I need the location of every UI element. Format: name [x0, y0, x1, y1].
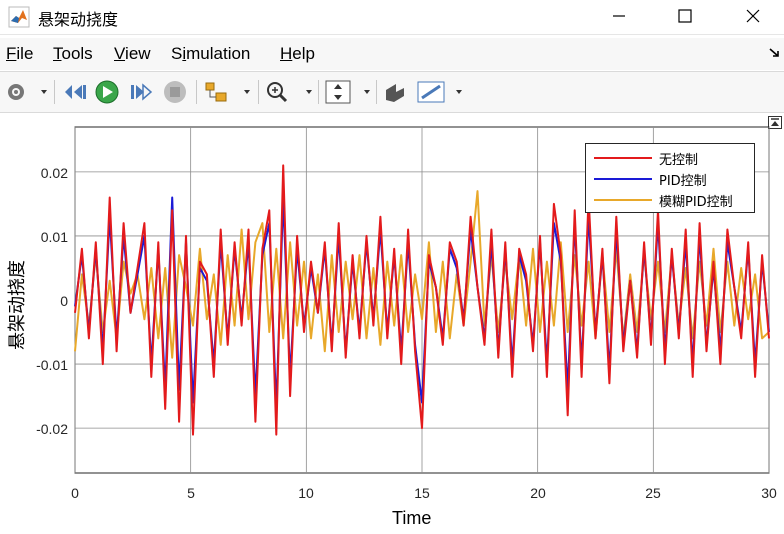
highlight-icon[interactable]: [382, 80, 410, 104]
maximize-button[interactable]: [662, 0, 708, 32]
legend-entry: PID控制: [590, 168, 750, 189]
legend-entry: 模糊PID控制: [590, 189, 750, 210]
legend-label: 无控制: [659, 153, 699, 168]
legend[interactable]: 无控制 PID控制 模糊PID控制: [585, 143, 755, 213]
legend-swatch: [594, 178, 652, 180]
menu-file[interactable]: File: [6, 44, 33, 64]
legend-entry: 无控制: [590, 147, 750, 168]
x-tick-label: 10: [298, 485, 314, 501]
toolbar: [0, 71, 784, 113]
menu-bar: File Tools View Simulation Help: [0, 38, 784, 70]
y-tick-label: -0.01: [36, 357, 68, 373]
settings-icon[interactable]: [4, 80, 48, 104]
close-button[interactable]: [730, 0, 776, 32]
autoscale-icon[interactable]: [324, 80, 372, 104]
undock-icon[interactable]: [768, 116, 782, 129]
legend-swatch: [594, 199, 652, 201]
toolbar-separator: [196, 80, 197, 104]
signal-tracing-icon[interactable]: [204, 80, 252, 104]
x-tick-label: 0: [71, 485, 79, 501]
legend-label: PID控制: [659, 174, 707, 189]
toolbar-separator: [376, 80, 377, 104]
menu-tools[interactable]: Tools: [53, 44, 93, 64]
y-axis-label: 悬架动挠度: [7, 260, 28, 350]
x-tick-label: 15: [414, 485, 430, 501]
step-back-icon[interactable]: [62, 80, 88, 104]
title-bar: 悬架动挠度: [0, 0, 784, 35]
menu-view[interactable]: View: [114, 44, 151, 64]
legend-swatch: [594, 157, 652, 159]
menu-simulation[interactable]: Simulation: [171, 44, 250, 64]
minimize-button[interactable]: [596, 0, 642, 32]
run-icon[interactable]: [94, 80, 120, 104]
toolbar-separator: [258, 80, 259, 104]
x-tick-label: 5: [187, 485, 195, 501]
x-tick-label: 25: [645, 485, 661, 501]
x-tick-label: 20: [530, 485, 546, 501]
y-tick-label: -0.02: [36, 421, 68, 437]
y-tick-label: 0.01: [40, 229, 68, 245]
x-tick-label: 30: [761, 485, 777, 501]
matlab-logo-icon: [8, 6, 30, 28]
y-tick-label: 0.02: [40, 165, 68, 181]
window-title: 悬架动挠度: [38, 10, 119, 29]
dock-arrow-icon[interactable]: [768, 46, 782, 60]
x-axis-label: Time: [392, 508, 432, 528]
step-forward-icon[interactable]: [128, 80, 154, 104]
legend-label: 模糊PID控制: [659, 195, 733, 210]
menu-help[interactable]: Help: [280, 44, 315, 64]
stop-icon[interactable]: [162, 80, 188, 104]
measure-icon[interactable]: [416, 80, 464, 104]
toolbar-separator: [318, 80, 319, 104]
zoom-icon[interactable]: [264, 80, 314, 104]
toolbar-separator: [54, 80, 55, 104]
